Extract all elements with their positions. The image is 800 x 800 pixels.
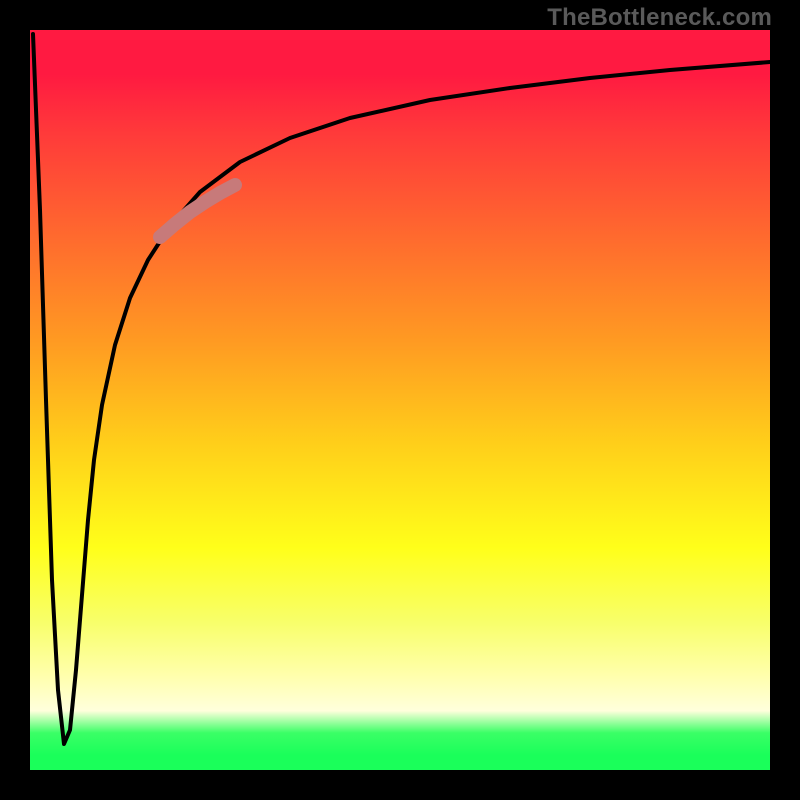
chart-frame: TheBottleneck.com bbox=[0, 0, 800, 800]
bottleneck-curve bbox=[33, 34, 770, 744]
curve-layer bbox=[30, 30, 770, 770]
watermark-text: TheBottleneck.com bbox=[547, 4, 772, 32]
plot-area bbox=[30, 30, 770, 770]
